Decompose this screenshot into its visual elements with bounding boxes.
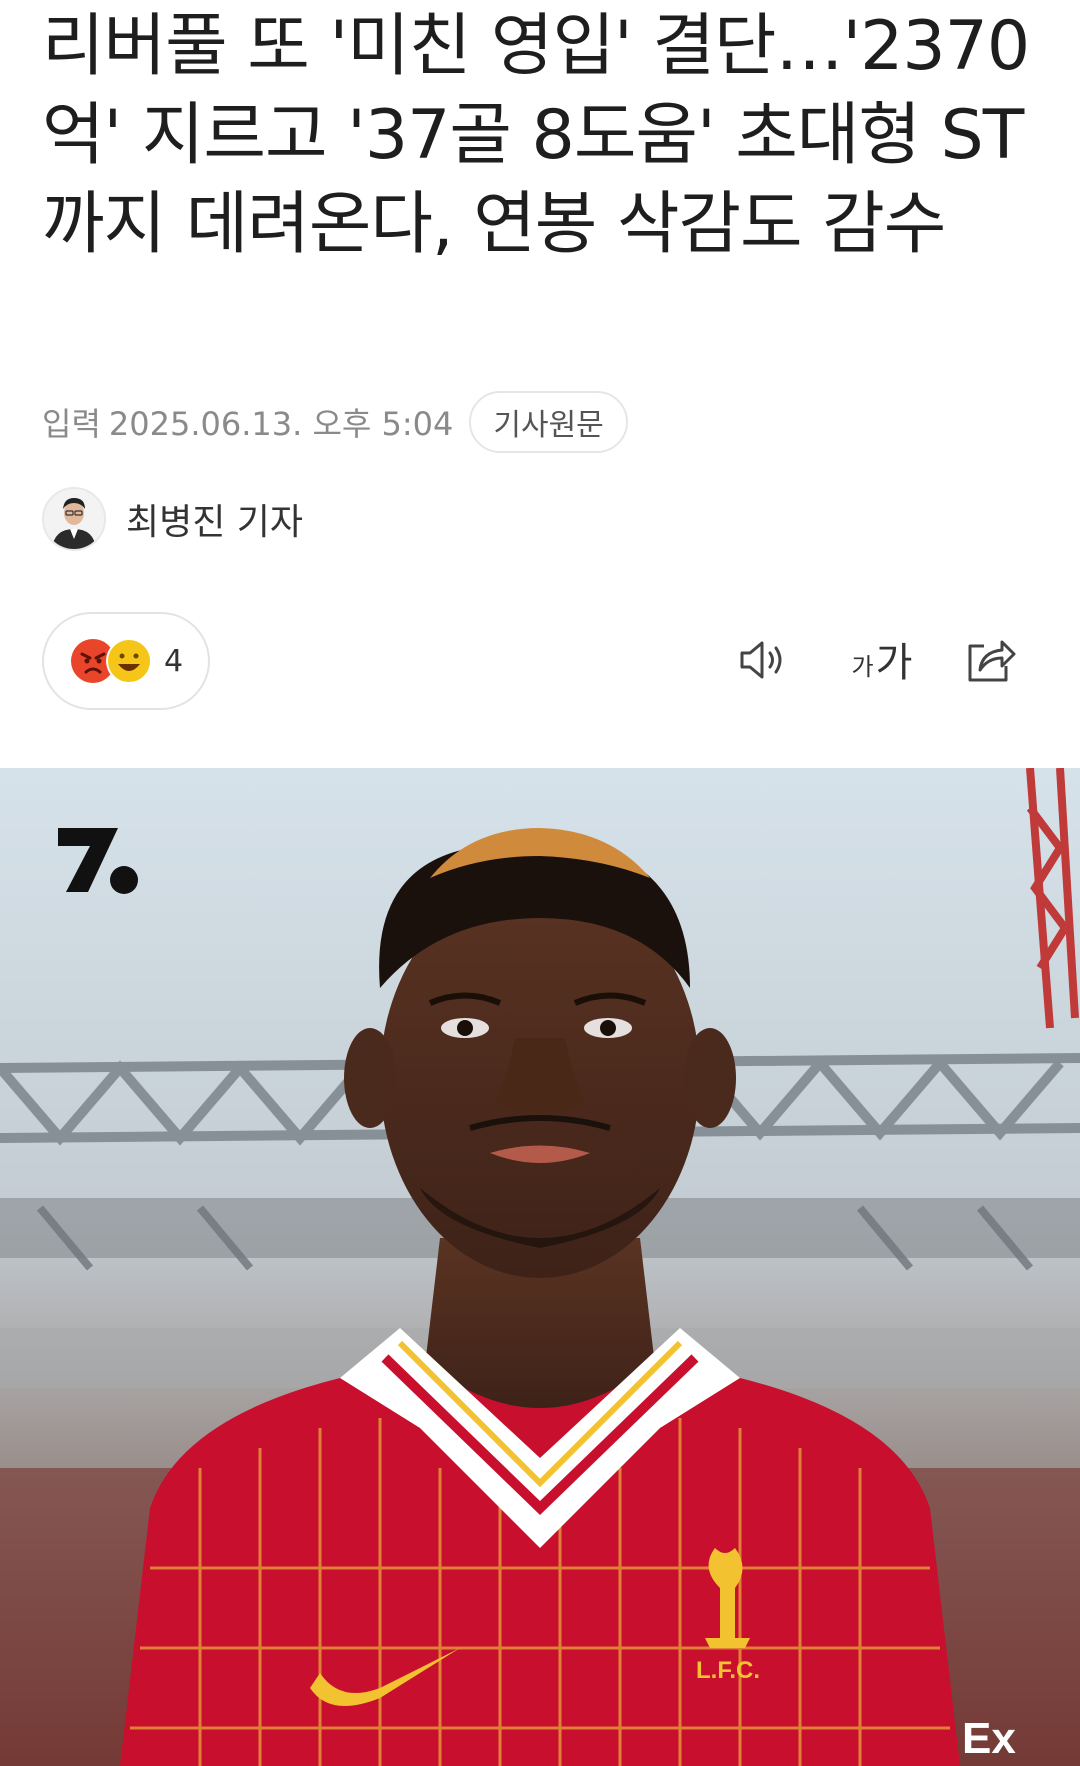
publish-datetime: 2025.06.13. 오후 5:04 — [108, 405, 454, 443]
article-title: 리버풀 또 '미친 영입' 결단…'2370억' 지르고 '37골 8도움' 초… — [42, 7, 1030, 264]
share-icon — [968, 640, 1016, 682]
font-size-small-label: 가 — [851, 653, 874, 681]
reaction-count: 4 — [164, 643, 184, 679]
happy-emoji-icon — [106, 638, 152, 684]
font-size-button[interactable]: 가 가 — [842, 628, 922, 692]
text-to-speech-button[interactable] — [732, 630, 796, 690]
reporter-avatar[interactable] — [42, 487, 106, 551]
reaction-button[interactable]: 4 — [42, 612, 210, 710]
article-meta: 입력 2025.06.13. 오후 5:04 기사원문 — [42, 390, 628, 454]
speaker-icon — [740, 641, 782, 679]
original-article-button[interactable]: 기사원문 — [469, 391, 628, 453]
sponsor-text: Ex — [962, 1714, 1016, 1763]
reporter-info[interactable]: 최병진 기자 — [42, 486, 303, 552]
crest-text: L.F.C. — [696, 1657, 760, 1684]
input-label: 입력 — [42, 405, 101, 443]
share-button[interactable] — [958, 630, 1022, 690]
player-photo-illustration: L.F.C. Ex — [0, 768, 1080, 1766]
font-size-large-label: 가 — [875, 640, 913, 686]
reporter-name[interactable]: 최병진 기자 — [126, 493, 303, 545]
person-icon — [44, 489, 104, 549]
article-photo: L.F.C. Ex — [0, 768, 1080, 1766]
